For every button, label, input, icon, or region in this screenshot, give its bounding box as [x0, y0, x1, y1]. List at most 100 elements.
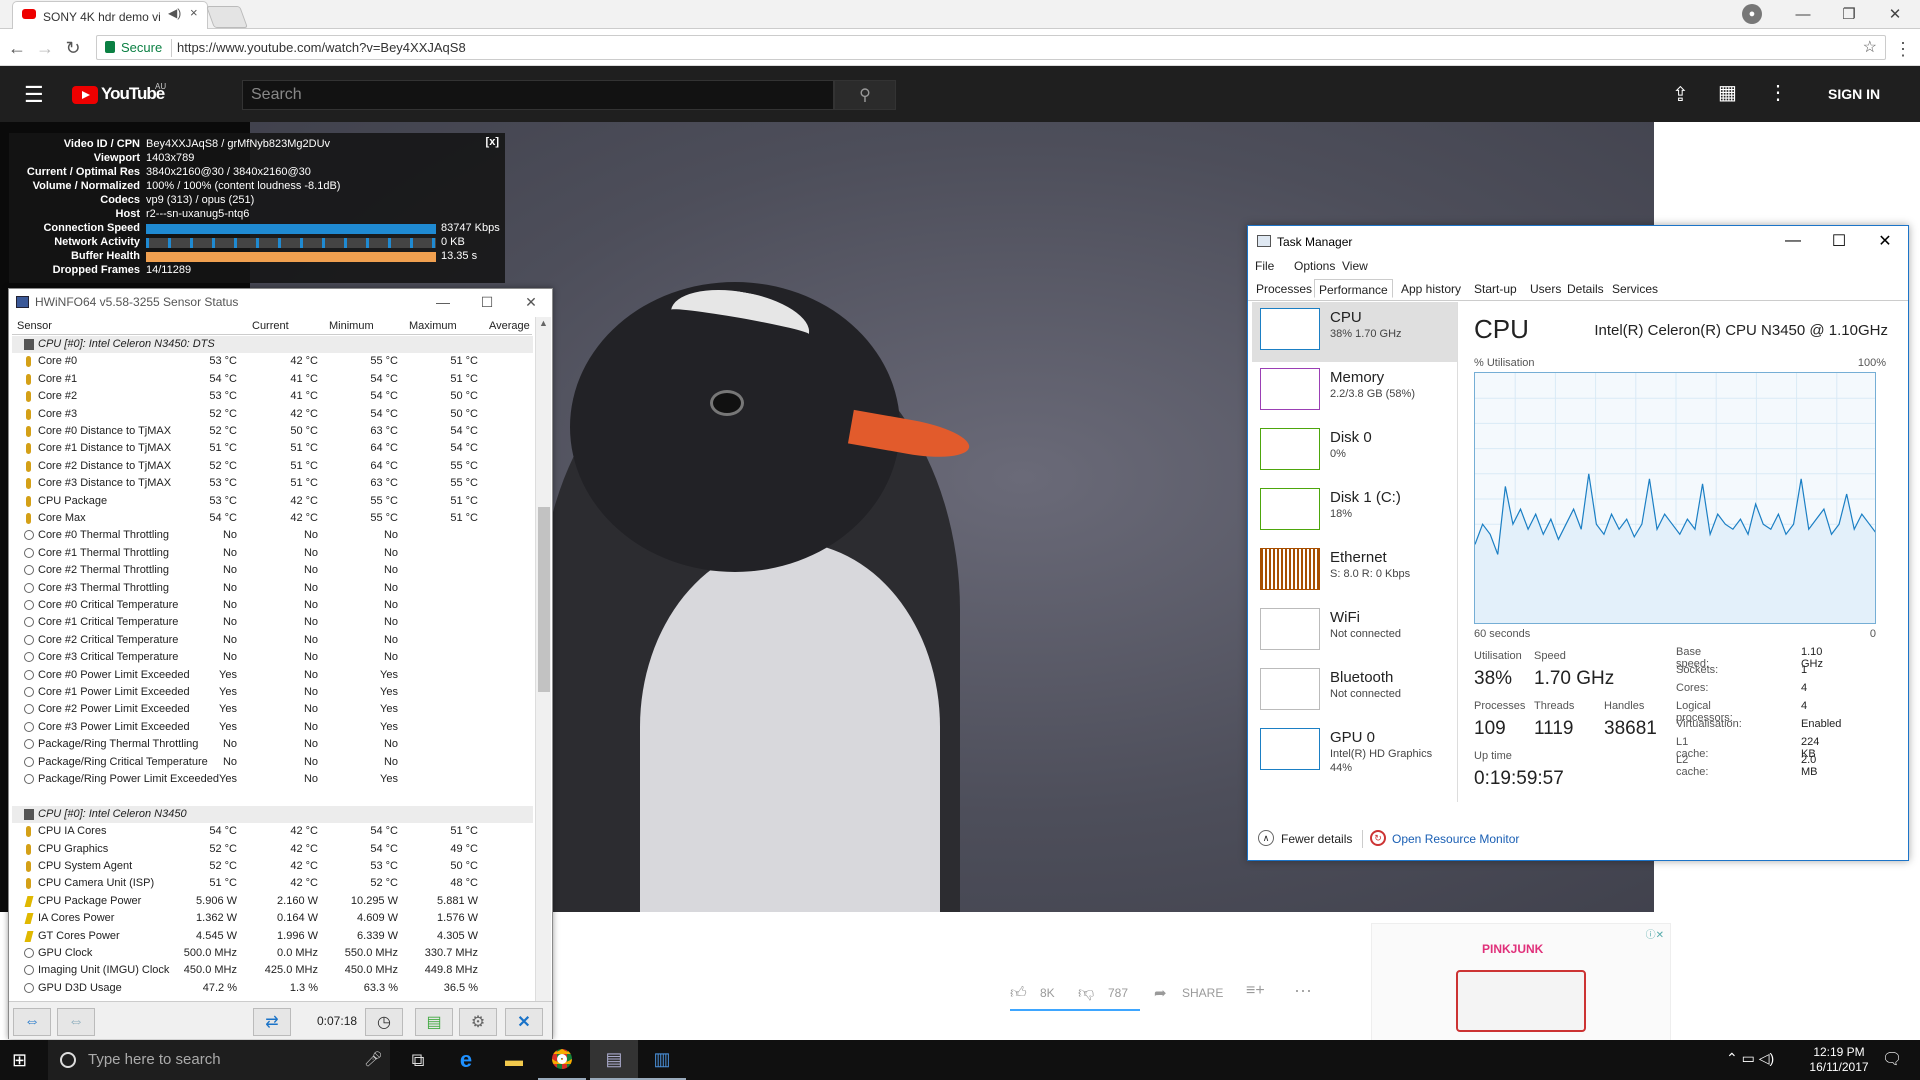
sensor-row[interactable]: CPU Package Power 5.906 W 2.160 W 10.295 … — [12, 893, 533, 910]
like-icon[interactable]: 👍︎ — [1010, 984, 1027, 1003]
sensor-row[interactable]: GPU D3D Usage 47.2 % 1.3 % 63.3 % 36.5 % — [12, 980, 533, 997]
speaker-icon[interactable]: ◀) — [168, 6, 181, 20]
action-center-icon[interactable]: 🗨︎ — [1882, 1049, 1902, 1069]
microphone-icon[interactable]: 🎤︎ — [364, 1050, 383, 1068]
apps-grid-icon[interactable]: ▦ — [1718, 80, 1737, 105]
sensor-row[interactable]: Core #3 Critical Temperature No No No — [12, 649, 533, 666]
back-icon[interactable]: ← — [4, 35, 30, 61]
sensor-row[interactable]: Package/Ring Critical Temperature No No N… — [12, 754, 533, 771]
sensor-row[interactable]: Core #1 Thermal Throttling No No No — [12, 545, 533, 562]
sensor-row[interactable]: Core #0 Power Limit Exceeded Yes No Yes — [12, 667, 533, 684]
sensor-row[interactable]: Core #2 Critical Temperature No No No — [12, 632, 533, 649]
hwinfo-taskbar-icon[interactable]: ▥ — [638, 1040, 686, 1080]
sensor-row[interactable]: Core #3 Thermal Throttling No No No — [12, 580, 533, 597]
sensor-row[interactable]: Core #0 Distance to TjMAX 52 °C 50 °C 63 … — [12, 423, 533, 440]
ad-info-icon[interactable]: ⓘ✕ — [1646, 926, 1664, 941]
tm-tab-performance[interactable]: Performance — [1314, 279, 1393, 298]
upload-icon[interactable]: ⇪ — [1672, 82, 1689, 107]
tm-menu-file[interactable]: File — [1255, 259, 1274, 273]
search-input[interactable]: Search — [242, 80, 834, 110]
task-view-icon[interactable]: ⧉ — [394, 1040, 442, 1080]
tm-tab-app-history[interactable]: App history — [1397, 282, 1465, 301]
task-manager-window[interactable]: Task Manager — ☐ ✕ File Options View Proce… — [1247, 225, 1909, 861]
tab-close-icon[interactable]: × — [190, 5, 198, 20]
search-button[interactable]: ⚲ — [834, 80, 896, 110]
sensor-row[interactable]: Core #2 Thermal Throttling No No No — [12, 562, 533, 579]
chrome-icon[interactable] — [538, 1040, 586, 1080]
sensor-row[interactable]: Core #0 53 °C 42 °C 55 °C 51 °C — [12, 353, 533, 370]
hamburger-menu-icon[interactable]: ☰ — [24, 82, 44, 108]
resource-item-disk-0[interactable]: Disk 0 0% — [1252, 422, 1457, 482]
sensor-row[interactable]: CPU Package 53 °C 42 °C 55 °C 51 °C — [12, 493, 533, 510]
taskbar-search-input[interactable]: Type here to search — [48, 1040, 390, 1080]
add-to-playlist-icon[interactable]: ≡+ — [1246, 982, 1265, 1000]
resource-item-disk-1-c-[interactable]: Disk 1 (C:) 18% — [1252, 482, 1457, 542]
minimize-icon[interactable]: — — [1780, 2, 1826, 26]
forward-icon[interactable]: → — [32, 35, 58, 61]
reload-icon[interactable]: ↻ — [60, 35, 86, 61]
settings-gear-icon[interactable]: ⚙ — [459, 1008, 497, 1036]
sensor-group-row[interactable]: CPU [#0]: Intel Celeron N3450 — [12, 805, 533, 823]
hwinfo-close-icon[interactable]: ✕ — [509, 291, 553, 313]
task-manager-taskbar-icon[interactable]: ▤ — [590, 1040, 638, 1080]
clock-icon[interactable]: ◷ — [365, 1008, 403, 1036]
youtube-logo-icon[interactable] — [72, 86, 98, 104]
more-actions-icon[interactable]: ··· — [1294, 980, 1312, 1001]
column-maximum[interactable]: Maximum — [409, 320, 457, 332]
close-icon[interactable]: ✕ — [1872, 2, 1918, 26]
exit-icon[interactable]: ✕ — [505, 1008, 543, 1036]
scroll-thumb[interactable] — [538, 507, 550, 692]
more-options-icon[interactable]: ⋮ — [1768, 80, 1788, 105]
chrome-menu-icon[interactable]: ⋮ — [1894, 39, 1912, 60]
sensor-row[interactable]: Core Max 54 °C 42 °C 55 °C 51 °C — [12, 510, 533, 527]
column-minimum[interactable]: Minimum — [329, 320, 374, 332]
network-sensors-icon[interactable]: ⇄ — [253, 1008, 291, 1036]
scroll-up-icon[interactable]: ▲ — [539, 318, 548, 328]
tm-tab-start-up[interactable]: Start-up — [1470, 282, 1521, 301]
tm-tab-details[interactable]: Details — [1563, 282, 1608, 301]
tm-tab-processes[interactable]: Processes — [1252, 282, 1316, 301]
tm-maximize-icon[interactable]: ☐ — [1816, 228, 1862, 254]
edge-icon[interactable]: e — [442, 1040, 490, 1080]
resource-item-wifi[interactable]: WiFi Not connected — [1252, 602, 1457, 662]
column-average[interactable]: Average — [489, 320, 530, 332]
taskbar-clock[interactable]: 12:19 PM 16/11/2017 — [1799, 1045, 1879, 1075]
sensor-row[interactable]: Core #1 54 °C 41 °C 54 °C 51 °C — [12, 371, 533, 388]
dislike-icon[interactable]: 👎︎ — [1078, 984, 1094, 1003]
sign-in-button[interactable]: SIGN IN — [1828, 86, 1880, 102]
sensor-row[interactable]: GT Cores Power 4.545 W 1.996 W 6.339 W 4.… — [12, 928, 533, 945]
logging-icon[interactable]: ▤ — [415, 1008, 453, 1036]
hwinfo-scrollbar[interactable]: ▲ ▼ — [535, 317, 551, 1027]
tm-menu-options[interactable]: Options — [1294, 259, 1335, 273]
sensor-row[interactable]: CPU IA Cores 54 °C 42 °C 54 °C 51 °C — [12, 823, 533, 840]
url-text[interactable]: https://www.youtube.com/watch?v=Bey4XXJA… — [177, 40, 466, 55]
resource-item-ethernet[interactable]: Ethernet S: 8.0 R: 0 Kbps — [1252, 542, 1457, 602]
bookmark-star-icon[interactable]: ☆ — [1863, 37, 1877, 57]
resource-item-gpu-0[interactable]: GPU 0 Intel(R) HD Graphics 44% — [1252, 722, 1457, 782]
new-tab-button[interactable] — [205, 6, 249, 28]
sensor-row[interactable]: GPU Clock 500.0 MHz 0.0 MHz 550.0 MHz 330… — [12, 945, 533, 962]
tm-close-icon[interactable]: ✕ — [1862, 228, 1908, 254]
sensor-row[interactable]: CPU Graphics 52 °C 42 °C 54 °C 49 °C — [12, 841, 533, 858]
file-explorer-icon[interactable]: ▬ — [490, 1040, 538, 1080]
sensor-row[interactable]: IA Cores Power 1.362 W 0.164 W 4.609 W 1.… — [12, 910, 533, 927]
hwinfo-minimize-icon[interactable]: — — [421, 291, 465, 313]
collapse-arrows-icon[interactable]: ⇔ — [57, 1008, 95, 1036]
profile-icon[interactable]: ● — [1742, 4, 1762, 24]
open-resource-monitor-link[interactable]: Open Resource Monitor — [1392, 832, 1519, 846]
sensor-row[interactable]: Core #2 Distance to TjMAX 52 °C 51 °C 64 … — [12, 458, 533, 475]
resource-item-memory[interactable]: Memory 2.2/3.8 GB (58%) — [1252, 362, 1457, 422]
tm-menu-view[interactable]: View — [1342, 259, 1368, 273]
sensor-row[interactable]: Core #3 Distance to TjMAX 53 °C 51 °C 63 … — [12, 475, 533, 492]
resource-item-cpu[interactable]: CPU 38% 1.70 GHz — [1252, 302, 1457, 362]
fewer-details-link[interactable]: Fewer details — [1281, 832, 1352, 846]
ad-panel[interactable]: ⓘ✕ PINKJUNK — [1371, 923, 1671, 1048]
sensor-row[interactable]: CPU Camera Unit (ISP) 51 °C 42 °C 52 °C 4… — [12, 875, 533, 892]
sensor-group-row[interactable]: CPU [#0]: Intel Celeron N3450: DTS — [12, 336, 533, 353]
share-icon[interactable]: ➦ — [1154, 984, 1167, 1002]
sensor-row[interactable]: Core #3 Power Limit Exceeded Yes No Yes — [12, 719, 533, 736]
sensor-row[interactable]: Core #0 Critical Temperature No No No — [12, 597, 533, 614]
sensor-row[interactable]: Package/Ring Thermal Throttling No No No — [12, 736, 533, 753]
system-tray-icons[interactable]: ⌃ ▭ ◁) — [1726, 1050, 1774, 1067]
resource-item-bluetooth[interactable]: Bluetooth Not connected — [1252, 662, 1457, 722]
